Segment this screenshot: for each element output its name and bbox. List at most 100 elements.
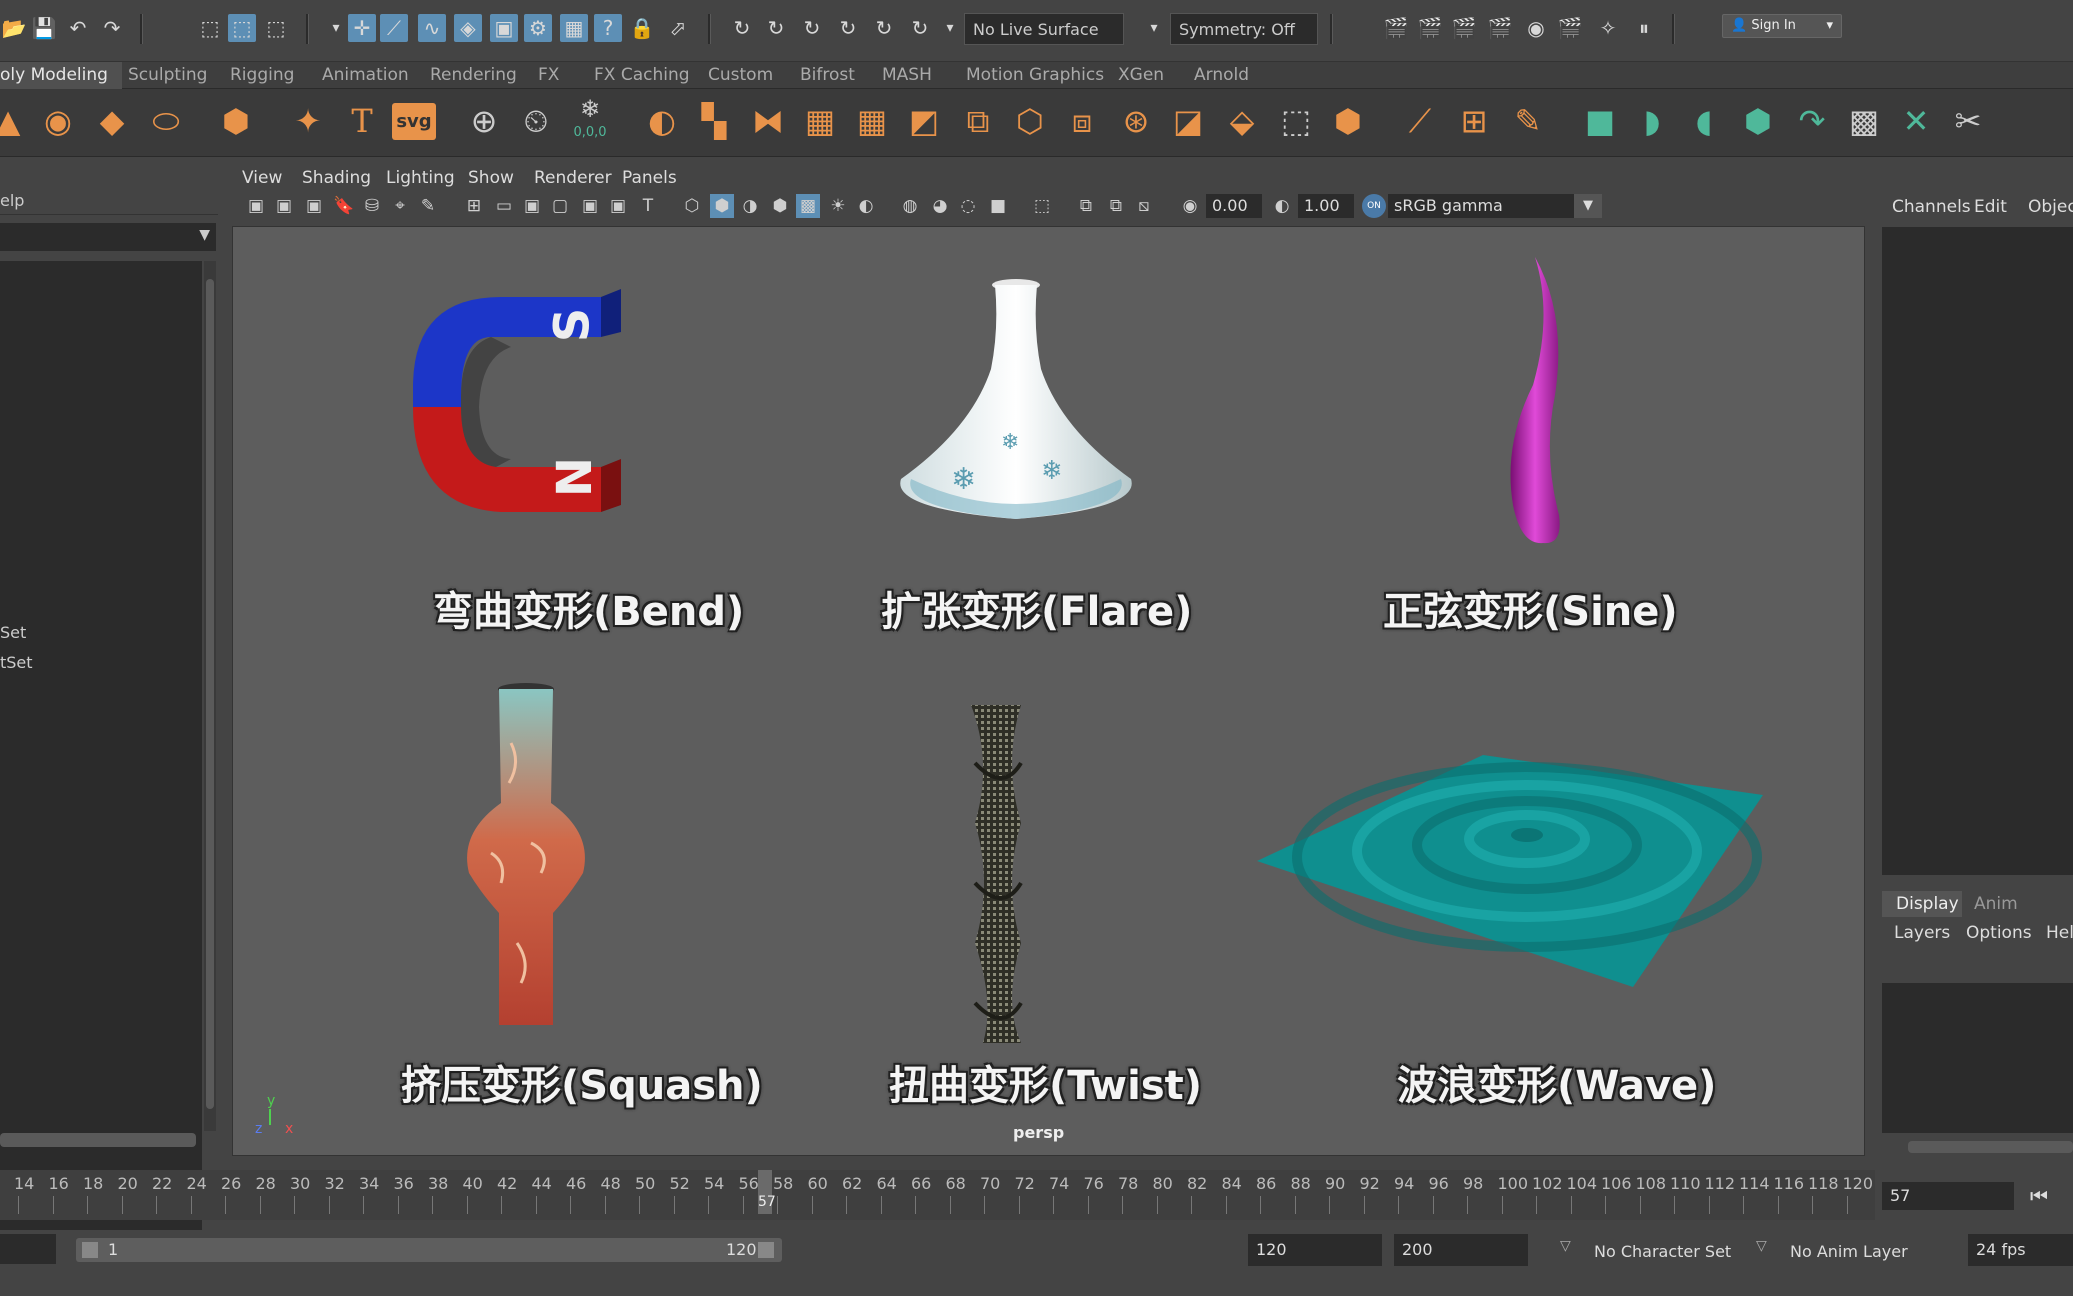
viewport-menu-show[interactable]: Show [468,168,514,188]
ipr-render-icon[interactable]: 🎬 [1450,14,1478,42]
motion-blur-icon[interactable]: ◕ [928,194,952,218]
bridge-icon[interactable]: ⬡ [1008,99,1052,143]
max-time-field[interactable]: 200 [1394,1234,1528,1266]
mirror-icon[interactable]: ⧓ [746,99,790,143]
redo-icon[interactable]: ↷ [98,14,126,42]
safe-action-icon[interactable]: ▣ [606,194,630,218]
snap-point-icon[interactable]: ∿ [418,14,446,42]
checker-icon[interactable]: ▩ [1842,99,1886,143]
shelf-tab-sculpting[interactable]: Sculpting [114,62,221,89]
camera-attr-icon[interactable]: ▣ [272,194,296,218]
flare-vase-model[interactable]: ❄ ❄ ❄ [891,279,1141,559]
use-all-lights-icon[interactable]: ☀ [826,194,850,218]
append-icon[interactable]: ⊛ [1114,99,1158,143]
camera-icon[interactable]: ▣ [244,194,268,218]
field-chart-icon[interactable]: ▣ [578,194,602,218]
viewport-canvas[interactable]: S N 弯曲变形(Bend) ❄ ❄ ❄ 扩张变形(Flare) 正弦变形(Si… [232,226,1865,1156]
go-to-start-icon[interactable]: ⏮ [2030,1184,2048,1208]
viewport-menu-lighting[interactable]: Lighting [386,168,455,188]
use-default-material-icon[interactable]: ◑ [738,194,762,218]
pin-icon[interactable]: ⬀ [664,14,692,42]
anti-aliasing-icon[interactable]: ◌ [956,194,980,218]
pivot-icon[interactable]: ⊕ [462,99,506,143]
depth-of-field-icon[interactable]: ■ [986,194,1010,218]
range-slider[interactable]: 1 120 [76,1238,782,1262]
bevel-icon[interactable]: ◩ [902,99,946,143]
layer-menu-options[interactable]: Options [1966,923,2032,943]
disc-icon[interactable]: ⬭ [144,99,188,143]
sine-horn-model[interactable] [1463,255,1573,555]
extrude-icon[interactable]: ⧉ [956,99,1000,143]
viewport-menu-shading[interactable]: Shading [302,168,371,188]
wireframe-icon[interactable]: ⬡ [680,194,704,218]
image-plane-icon[interactable]: ⛁ [360,194,384,218]
wave-plane-model[interactable] [1253,747,1773,997]
knife-icon[interactable]: ⟋ [1398,99,1442,143]
plane-icon[interactable]: ◆ [90,99,134,143]
twist-column-model[interactable] [963,703,1033,1053]
separate-icon[interactable]: ▚ [692,99,736,143]
uv-unfold-icon[interactable]: ↷ [1790,99,1834,143]
smooth-icon[interactable]: ▦ [798,99,842,143]
viewport-menu-view[interactable]: View [242,168,282,188]
uv-cut-icon[interactable]: ✂ [1946,99,1990,143]
outliner-scrollbar[interactable] [204,261,216,1131]
range-start-handle[interactable] [82,1242,98,1258]
time-slider[interactable]: 14 16 18 20 22 24 26 28 30 32 34 36 38 40 42 44 46 48 50 52… [0,1170,1875,1220]
fill-hole-icon[interactable]: ⧈ [1060,99,1104,143]
edge-loop-icon[interactable]: ⊞ [1452,99,1496,143]
xray-components-icon[interactable]: ⧅ [1132,194,1156,218]
combine-icon[interactable]: ◐ [640,99,684,143]
time-icon[interactable]: ⏲ [514,99,558,143]
bookmark-icon[interactable]: 🔖 [332,194,356,218]
super-shape-icon[interactable]: ✦ [286,99,330,143]
uv-cylindrical-icon[interactable]: ◗ [1630,99,1674,143]
outliner-item-set[interactable]: Set [0,623,26,642]
select-hierarchy-icon[interactable]: ⬚ [196,14,224,42]
scrollbar-thumb[interactable] [206,279,214,1109]
xray-joints-icon[interactable]: ⧉ [1104,194,1128,218]
type-icon[interactable]: T [340,99,384,143]
textured-icon[interactable]: ▩ [796,194,820,218]
gate-mask-icon[interactable]: ▢ [548,194,572,218]
shelf-tab-xgen[interactable]: XGen [1104,62,1178,89]
smooth-shade-icon[interactable]: ⬢ [710,194,734,218]
live-surface-field[interactable]: No Live Surface [964,13,1124,45]
channel-box-menu-edit[interactable]: Edit [1974,197,2007,217]
render-region-icon[interactable]: ▦ [560,14,588,42]
shelf-tab-custom[interactable]: Custom [694,62,787,89]
sign-in-button[interactable]: 👤 Sign In ▾ [1722,14,1842,38]
layer-scrollbar[interactable] [1908,1141,2073,1153]
xray-icon[interactable]: ⧉ [1074,194,1098,218]
poke-icon[interactable]: ⬙ [1220,99,1264,143]
undo-icon[interactable]: ↶ [64,14,92,42]
shelf-tab-fx[interactable]: FX [524,62,573,89]
uv-auto-icon[interactable]: ⬢ [1736,99,1780,143]
relationship-icon[interactable]: ↻ [906,14,934,42]
multi-cut-icon[interactable]: ✎ [1506,99,1550,143]
film-gate-icon[interactable]: ▭ [492,194,516,218]
snap-projected-icon[interactable]: ⚙ [524,14,552,42]
symmetry-field[interactable]: Symmetry: Off [1170,13,1318,45]
render-settings-icon[interactable]: 🎬 [1486,14,1514,42]
reduce-icon[interactable]: ▦ [850,99,894,143]
gamma-icon[interactable]: ◐ [1270,194,1294,218]
character-set-dropdown[interactable]: No Character Set [1594,1242,1731,1261]
range-end-handle[interactable] [758,1242,774,1258]
output-ops-icon[interactable]: ↻ [834,14,862,42]
dropdown-arrow-icon[interactable]: ▾ [322,14,350,42]
bounding-box-icon[interactable]: ⬚ [1274,99,1318,143]
current-frame-field[interactable]: 57 [1882,1182,2014,1210]
render-sequence-icon[interactable]: 🎬 [1416,14,1444,42]
viewport-menu-panels[interactable]: Panels [622,168,677,188]
hypershade-icon[interactable]: ◉ [1522,14,1550,42]
wedge-icon[interactable]: ◪ [1166,99,1210,143]
safe-title-icon[interactable]: T [636,194,660,218]
snap-curve-icon[interactable]: ⟋ [380,14,408,42]
tab-anim[interactable]: Anim [1974,894,2018,914]
select-object-icon[interactable]: ⬚ [228,14,256,42]
dropdown-arrow-icon[interactable]: ▾ [936,14,964,42]
shelf-tab-arnold[interactable]: Arnold [1180,62,1263,89]
shelf-tab-motion-graphics[interactable]: Motion Graphics [952,62,1118,89]
chevron-down-icon[interactable]: ▽ [1756,1238,1767,1254]
